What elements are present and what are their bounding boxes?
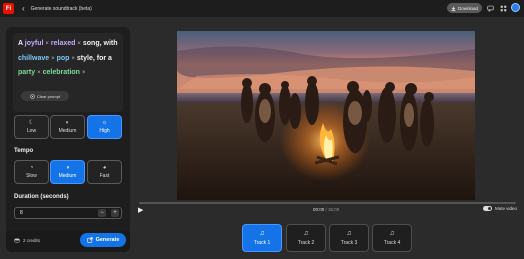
- track-3-button[interactable]: ♫ Track 3: [329, 224, 369, 252]
- download-label: Download: [457, 5, 478, 11]
- prompt-tag[interactable]: joyful ×: [25, 40, 49, 47]
- top-bar: Fi ‹ Generate soundtrack (beta) Download: [0, 0, 524, 17]
- clear-icon: [30, 93, 35, 99]
- prompt-tag-label: celebration: [42, 69, 80, 76]
- clear-prompt-button[interactable]: Clear prompt: [21, 91, 69, 101]
- comment-icon[interactable]: [485, 3, 495, 13]
- beach-bonfire-image: [177, 31, 475, 200]
- energy-option-medium[interactable]: ◐ Medium: [50, 115, 85, 139]
- prompt-tag-label: relaxed: [50, 40, 76, 47]
- music-note-icon: ♫: [389, 230, 395, 237]
- app-logo: Fi: [3, 3, 14, 14]
- tempo-option-fast[interactable]: ◕ Fast: [87, 160, 122, 184]
- prompt-text: song, with: [82, 40, 118, 47]
- prompt-tag[interactable]: chillwave ×: [18, 55, 55, 62]
- track-4-button[interactable]: ♫ Track 4: [372, 224, 412, 252]
- track-label: Track 1: [253, 240, 271, 246]
- music-note-icon: ♫: [346, 230, 352, 237]
- music-note-icon: ♫: [303, 230, 309, 237]
- track-label: Track 4: [383, 240, 401, 246]
- user-avatar[interactable]: [511, 3, 520, 12]
- current-time: 00:00: [313, 207, 325, 212]
- half-sun-icon: ◐: [65, 120, 70, 126]
- remove-tag-icon[interactable]: ×: [51, 56, 55, 62]
- music-note-icon: ♫: [259, 230, 265, 237]
- sun-icon: ☼: [101, 120, 108, 126]
- duration-decrement-button[interactable]: −: [98, 209, 106, 217]
- credits-icon: [14, 238, 20, 243]
- tempo-option-slow[interactable]: ◔ Slow: [14, 160, 49, 184]
- play-icon[interactable]: ▶: [138, 206, 143, 214]
- track-1-button[interactable]: ♫ Track 1: [242, 224, 282, 252]
- credits-indicator: 2 credits: [14, 238, 40, 243]
- duration-heading: Duration (seconds): [14, 194, 69, 200]
- gauge-medium-icon: ◑: [65, 165, 70, 171]
- duration-value: 8: [20, 210, 23, 216]
- duration-increment-button[interactable]: +: [111, 209, 119, 217]
- prompt-tag[interactable]: pop ×: [57, 55, 75, 62]
- mute-toggle[interactable]: [483, 206, 492, 211]
- clear-prompt-label: Clear prompt: [36, 93, 61, 99]
- generate-button[interactable]: Generate: [80, 233, 126, 247]
- tempo-option-label: Medium: [58, 173, 77, 179]
- prompt-tag[interactable]: celebration ×: [43, 69, 86, 76]
- energy-option-label: High: [99, 128, 110, 134]
- total-time: / 15:00: [325, 207, 340, 212]
- moon-icon: ☾: [28, 120, 35, 126]
- tempo-option-label: Slow: [26, 173, 37, 179]
- remove-tag-icon[interactable]: ×: [37, 70, 41, 76]
- gauge-fast-icon: ◕: [102, 165, 107, 171]
- prompt-text: style, for a: [76, 54, 112, 62]
- energy-option-label: Low: [26, 128, 37, 134]
- generate-icon: [86, 237, 93, 243]
- remove-tag-icon[interactable]: ×: [77, 41, 81, 47]
- page-title: Generate soundtrack (beta): [30, 5, 92, 12]
- remove-tag-icon[interactable]: ×: [45, 41, 49, 47]
- tempo-option-label: Fast: [99, 173, 110, 179]
- prompt-text: A: [18, 40, 23, 47]
- prompt-tag-label: joyful: [24, 40, 44, 47]
- credits-label: 2 credits: [23, 238, 41, 243]
- apps-grid-icon[interactable]: [498, 3, 508, 13]
- mute-video-control[interactable]: Mute video: [483, 206, 517, 211]
- track-label: Track 2: [297, 240, 315, 246]
- energy-option-label: Medium: [58, 128, 77, 134]
- download-icon: [451, 6, 456, 11]
- track-label: Track 3: [340, 240, 358, 246]
- energy-option-high[interactable]: ☼ High: [87, 115, 122, 139]
- tempo-heading: Tempo: [14, 148, 34, 154]
- prompt-tag[interactable]: relaxed ×: [51, 40, 81, 47]
- tempo-option-medium[interactable]: ◑ Medium: [50, 160, 85, 184]
- playback-scrubber[interactable]: [139, 202, 516, 204]
- prompt-tag-label: chillwave: [18, 54, 50, 62]
- generate-label: Generate: [95, 237, 120, 243]
- remove-tag-icon[interactable]: ×: [71, 56, 75, 62]
- download-button[interactable]: Download: [447, 3, 482, 13]
- prompt-tag[interactable]: party ×: [18, 69, 41, 76]
- gauge-slow-icon: ◔: [29, 165, 34, 171]
- mute-video-label: Mute video: [495, 206, 518, 211]
- prompt-tag-label: pop: [56, 54, 70, 62]
- back-icon[interactable]: ‹: [22, 4, 25, 13]
- prompt-tag-label: party: [18, 69, 36, 76]
- remove-tag-icon[interactable]: ×: [82, 70, 86, 76]
- energy-option-low[interactable]: ☾ Low: [14, 115, 49, 139]
- video-preview[interactable]: [177, 31, 475, 200]
- track-2-button[interactable]: ♫ Track 2: [286, 224, 326, 252]
- time-display: 00:00 / 15:00: [313, 207, 339, 212]
